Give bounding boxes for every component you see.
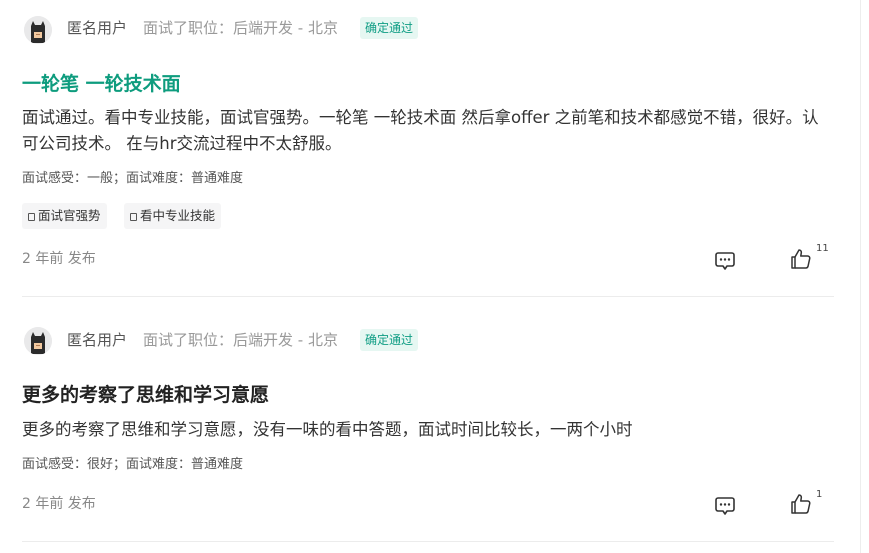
status-badge: 确定通过 bbox=[360, 17, 419, 39]
review-card: 匿名用户 面试了职位：后端开发 - 北京 确定通过 一轮笔 一轮技术面 面试通过… bbox=[0, 0, 860, 297]
review-body: 更多的考察了思维和学习意愿，没有一味的看中答题，面试时间比较长，一两个小时 bbox=[22, 420, 633, 439]
username[interactable]: 匿名用户 bbox=[67, 330, 127, 350]
avatar[interactable] bbox=[24, 16, 52, 44]
publish-time: 2 年前 发布 bbox=[22, 496, 96, 512]
batman-avatar-icon bbox=[24, 16, 52, 44]
like-button[interactable] bbox=[789, 492, 813, 516]
review-body: 面试通过。看中专业技能，面试官强势。一轮笔 一轮技术面 然后拿offer 之前笔… bbox=[22, 108, 819, 153]
review-meta: 面试感受：一般；面试难度：普通难度 bbox=[22, 171, 244, 186]
comment-button[interactable] bbox=[713, 248, 737, 272]
review-meta: 面试感受：很好；面试难度：普通难度 bbox=[22, 457, 244, 472]
scroll-edge bbox=[860, 0, 861, 553]
review-title[interactable]: 更多的考察了思维和学习意愿 bbox=[22, 382, 269, 408]
like-count: 1 bbox=[816, 489, 823, 500]
like-button[interactable] bbox=[789, 247, 813, 271]
username[interactable]: 匿名用户 bbox=[67, 18, 127, 38]
comment-icon bbox=[715, 252, 735, 270]
review-title[interactable]: 一轮笔 一轮技术面 bbox=[22, 71, 181, 97]
position-label: 面试了职位：后端开发 - 北京 bbox=[143, 331, 338, 349]
thumbs-up-icon bbox=[791, 249, 811, 269]
tag-icon bbox=[130, 213, 137, 221]
tag: 看中专业技能 bbox=[124, 203, 222, 229]
tag-label: 面试官强势 bbox=[38, 208, 101, 223]
comment-icon bbox=[715, 497, 735, 515]
comment-button[interactable] bbox=[713, 493, 737, 517]
like-count: 11 bbox=[816, 243, 829, 254]
review-card: 匿名用户 面试了职位：后端开发 - 北京 确定通过 更多的考察了思维和学习意愿 … bbox=[0, 297, 860, 542]
status-badge: 确定通过 bbox=[360, 329, 419, 351]
thumbs-up-icon bbox=[791, 494, 811, 514]
position-label: 面试了职位：后端开发 - 北京 bbox=[143, 19, 338, 37]
tag-label: 看中专业技能 bbox=[140, 208, 216, 223]
publish-time: 2 年前 发布 bbox=[22, 251, 96, 267]
divider bbox=[22, 541, 834, 542]
avatar[interactable] bbox=[24, 327, 52, 355]
tag-icon bbox=[28, 213, 35, 221]
tag: 面试官强势 bbox=[22, 203, 107, 229]
batman-avatar-icon bbox=[24, 327, 52, 355]
